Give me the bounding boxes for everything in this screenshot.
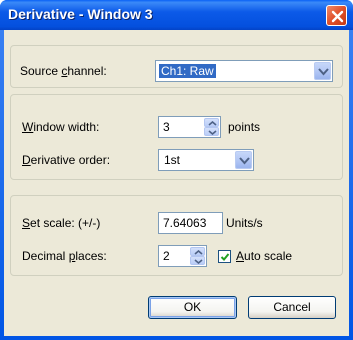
chevron-down-icon bbox=[208, 130, 217, 135]
decimal-places-decrement[interactable] bbox=[190, 256, 205, 265]
decimal-places-increment[interactable] bbox=[190, 247, 205, 256]
window-width-spinbox[interactable]: 3 bbox=[158, 116, 221, 138]
set-scale-label: Set scale: (+/-) bbox=[22, 216, 101, 230]
source-channel-dropdown-button[interactable] bbox=[314, 62, 331, 80]
chevron-up-icon bbox=[208, 121, 217, 126]
cancel-button[interactable]: Cancel bbox=[248, 296, 336, 319]
dialog-window: Derivative - Window 3 Source channel: Ch… bbox=[0, 0, 353, 340]
auto-scale-checkbox[interactable] bbox=[218, 250, 231, 263]
close-icon bbox=[331, 10, 344, 23]
auto-scale-label[interactable]: Auto scale bbox=[236, 249, 292, 263]
close-button[interactable] bbox=[326, 5, 347, 26]
source-channel-label: Source channel: bbox=[20, 64, 107, 78]
source-channel-dropdown[interactable]: Ch1: Raw bbox=[155, 60, 333, 82]
source-channel-value: Ch1: Raw bbox=[159, 64, 216, 78]
window-width-increment[interactable] bbox=[204, 118, 219, 127]
window-width-spinner[interactable] bbox=[204, 118, 219, 136]
window-width-label: Window width: bbox=[22, 120, 100, 134]
window-width-unit: points bbox=[228, 120, 261, 134]
checkmark-icon bbox=[220, 253, 230, 261]
derivative-order-label: Derivative order: bbox=[22, 153, 111, 167]
title-bar[interactable]: Derivative - Window 3 bbox=[0, 0, 353, 30]
window-title: Derivative - Window 3 bbox=[8, 6, 153, 22]
derivative-order-value: 1st bbox=[164, 153, 181, 167]
decimal-places-value: 2 bbox=[163, 249, 170, 263]
chevron-down-icon bbox=[318, 68, 329, 76]
set-scale-unit: Units/s bbox=[226, 216, 263, 230]
window-width-decrement[interactable] bbox=[204, 127, 219, 136]
set-scale-input[interactable]: 7.64063 bbox=[158, 212, 223, 234]
chevron-down-icon bbox=[194, 259, 203, 264]
dialog-client: Source channel: Ch1: Raw Window width: 3 bbox=[4, 30, 349, 336]
derivative-order-dropdown-button[interactable] bbox=[235, 151, 252, 169]
derivative-order-dropdown[interactable]: 1st bbox=[158, 149, 254, 171]
decimal-places-spinner[interactable] bbox=[190, 247, 205, 265]
chevron-down-icon bbox=[239, 157, 250, 165]
set-scale-value: 7.64063 bbox=[163, 216, 207, 230]
window-width-value: 3 bbox=[163, 120, 170, 134]
chevron-up-icon bbox=[194, 250, 203, 255]
decimal-places-label: Decimal places: bbox=[22, 249, 107, 263]
decimal-places-spinbox[interactable]: 2 bbox=[158, 245, 207, 267]
ok-button[interactable]: OK bbox=[148, 296, 237, 319]
